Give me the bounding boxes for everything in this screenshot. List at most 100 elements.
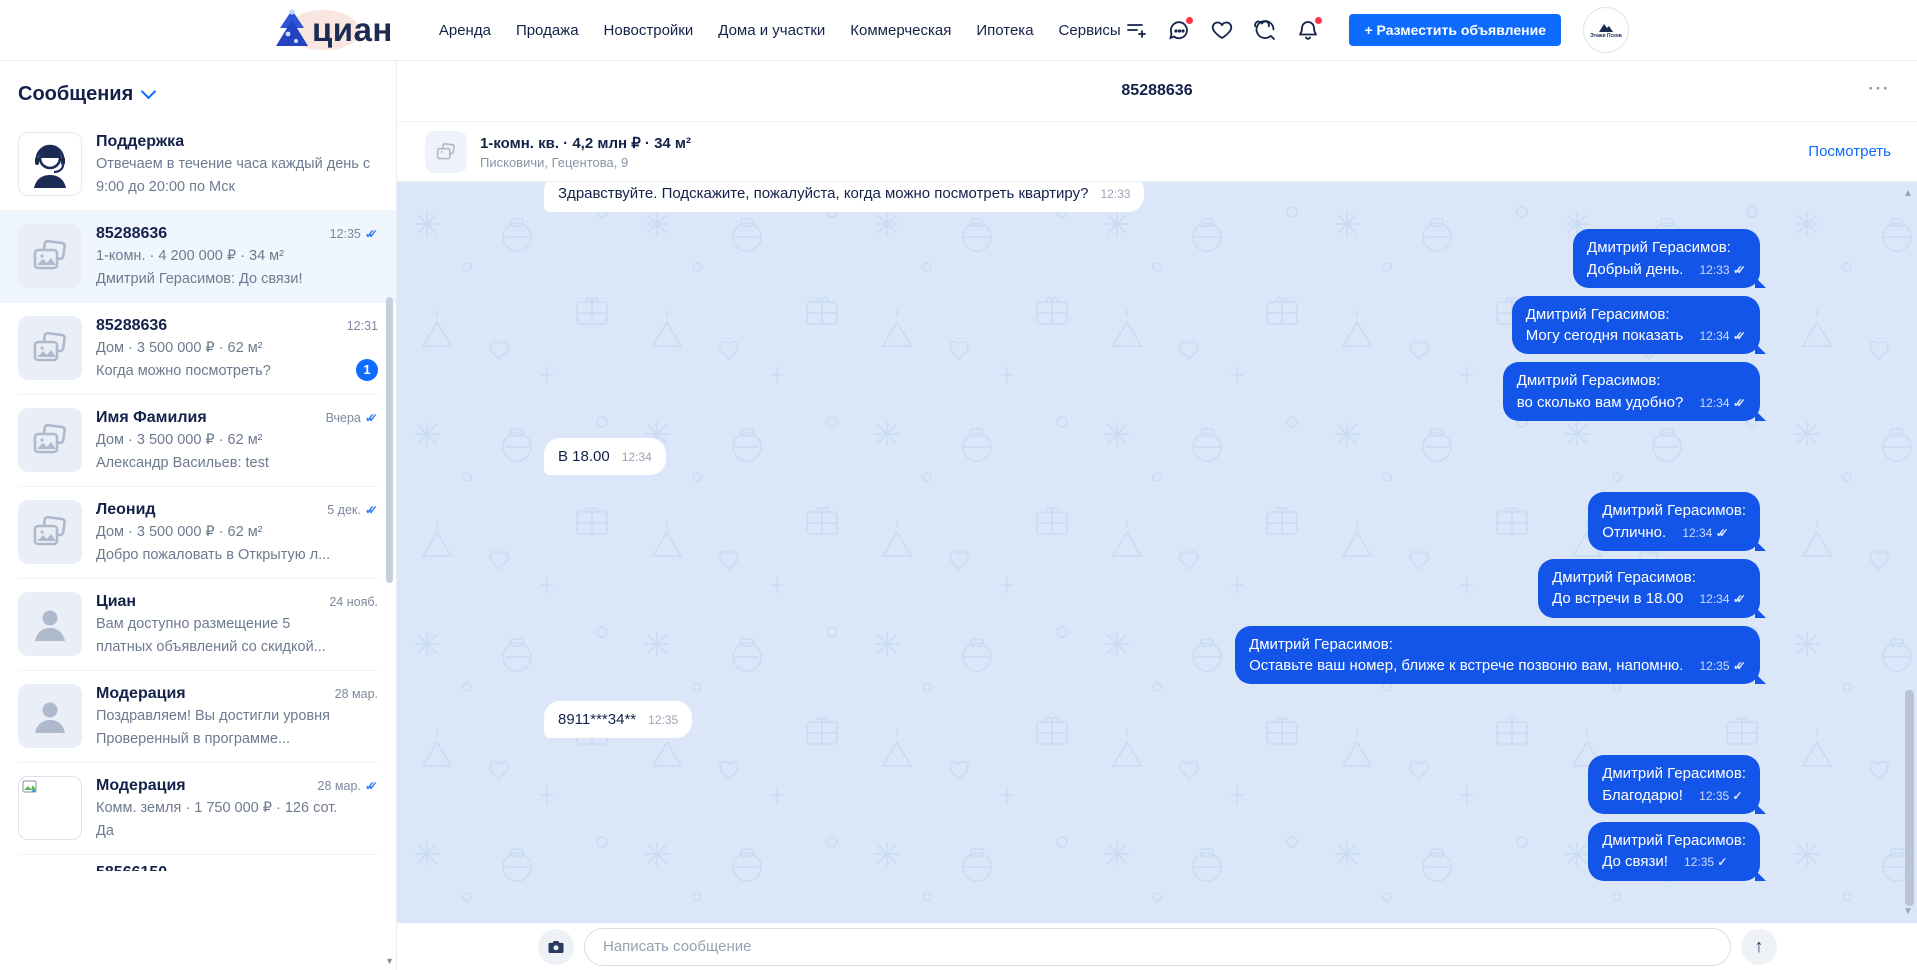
message-list: Здравствуйте. Подскажите, пожалуйста, ко… — [397, 182, 1917, 923]
logo-text: циан — [312, 11, 393, 48]
messages-icon[interactable] — [1166, 16, 1195, 43]
list-item-85288636[interactable]: 85288636 12:35 ✓✓ 1-комн. · 4 200 000 ₽ … — [0, 210, 396, 302]
listing-photo-placeholder-icon — [18, 316, 82, 380]
dialog-line1: Дом · 3 500 000 ₽ · 62 м² — [96, 432, 263, 448]
dialog-title: 85288636 — [96, 225, 168, 242]
list-item-moderation-2[interactable]: Модерация 28 мар. ✓✓ Комм. земля · 1 750… — [0, 762, 396, 854]
dialog-time: 24 нояб. — [329, 595, 378, 609]
read-check-icon: ✓✓ — [1732, 592, 1746, 607]
dialog-line2: Александр Васильев: test — [96, 455, 269, 471]
outgoing-message: Дмитрий Герасимов: во сколько вам удобно?… — [544, 362, 1767, 422]
dialog-line2: платных объявлений со скидкой... — [96, 639, 326, 655]
chat-scrollbar-thumb[interactable] — [1905, 690, 1914, 906]
sidebar-scroll-down-icon[interactable]: ▼ — [385, 956, 394, 966]
dialogs-sidebar: Сообщения Поддержка Отвечаем в течение ч… — [0, 61, 397, 970]
sent-check-icon: ✓ — [1732, 788, 1743, 803]
incoming-message: В 18.00 12:34 — [544, 438, 1760, 476]
more-options-icon[interactable]: ⋯ — [1867, 75, 1891, 101]
attach-photo-button[interactable] — [538, 928, 574, 965]
support-agent-avatar — [18, 132, 82, 196]
dialog-title: Циан — [96, 593, 137, 610]
nav-servisy[interactable]: Сервисы — [1059, 22, 1121, 39]
notifications-alert-dot — [1314, 16, 1324, 25]
send-button[interactable]: ↑ — [1741, 928, 1777, 965]
post-listing-button[interactable]: + Разместить объявление — [1349, 14, 1561, 46]
account-avatar-label: Этажи Псков — [1590, 32, 1622, 39]
list-item-leonid[interactable]: Леонид 5 дек. ✓✓ Дом · 3 500 000 ₽ · 62 … — [0, 486, 396, 578]
chat-scroll-down-icon[interactable]: ▼ — [1903, 906, 1913, 917]
dialog-title: Модерация — [96, 777, 186, 794]
read-check-icon: ✓✓ — [364, 411, 378, 425]
list-item-moderation[interactable]: Модерация 28 мар. Поздравляем! Вы достиг… — [0, 670, 396, 762]
dialog-title: Поддержка — [96, 133, 185, 150]
chat-header: 85288636 ⋯ — [397, 61, 1917, 122]
list-item-imya-familiya[interactable]: Имя Фамилия Вчера ✓✓ Дом · 3 500 000 ₽ ·… — [0, 394, 396, 486]
dialog-line1: Отвечаем в течение часа каждый день с — [96, 156, 371, 172]
top-navigation-bar: циан Аренда Продажа Новостройки Дома и у… — [0, 0, 1917, 61]
dialog-title: Имя Фамилия — [96, 409, 207, 426]
list-item-58566150[interactable]: 58566150 — [0, 854, 396, 871]
notifications-bell-icon[interactable] — [1295, 16, 1324, 43]
nav-ipoteka[interactable]: Ипотека — [976, 22, 1033, 39]
dialog-time: 28 мар. ✓✓ — [317, 779, 378, 793]
outgoing-message: Дмитрий Герасимов: Добрый день. 12:33 ✓✓ — [544, 229, 1766, 288]
dialog-line2: Добро пожаловать в Открытую л... — [96, 547, 331, 563]
dialog-time: 5 дек. ✓✓ — [327, 503, 378, 517]
nav-novostroyki[interactable]: Новостройки — [604, 22, 694, 39]
read-check-icon: ✓✓ — [1732, 658, 1746, 673]
header-icons — [1123, 16, 1324, 43]
saved-searches-icon[interactable] — [1123, 17, 1149, 43]
dialog-line2: 9:00 до 20:00 по Мск — [96, 179, 235, 195]
cian-logo[interactable]: циан — [272, 8, 393, 52]
incoming-message: Здравствуйте. Подскажите, пожалуйста, ко… — [544, 182, 1760, 213]
message-input[interactable] — [584, 927, 1731, 966]
chevron-down-icon[interactable] — [141, 83, 157, 100]
chat-scroll-up-icon[interactable]: ▲ — [1903, 188, 1913, 199]
dialog-line1: Поздравляем! Вы достигли уровня — [96, 708, 330, 724]
arrow-up-icon: ↑ — [1754, 936, 1764, 956]
read-check-icon: ✓✓ — [1732, 329, 1746, 344]
dialog-title: Леонид — [96, 501, 156, 518]
read-check-icon: ✓✓ — [364, 227, 378, 241]
sidebar-title: Сообщения — [18, 83, 134, 105]
chat-panel: 85288636 ⋯ 1-комн. кв. · 4,2 млн ₽ · 34 … — [397, 61, 1917, 970]
nav-kommercheskaya[interactable]: Коммерческая — [850, 22, 951, 39]
outgoing-message: Дмитрий Герасимов: Благодарю! 12:35 ✓ — [544, 755, 1766, 815]
list-item-cian[interactable]: Циан 24 нояб. Вам доступно размещение 5 … — [0, 578, 396, 670]
sidebar-scrollbar-thumb[interactable] — [386, 297, 393, 583]
property-title: 1-комн. кв. · 4,2 млн ₽ · 34 м² — [480, 134, 692, 152]
dialog-line1: Дом · 3 500 000 ₽ · 62 м² — [96, 524, 263, 540]
dialog-line2: Когда можно посмотреть? — [96, 363, 271, 379]
read-check-icon: ✓✓ — [1732, 262, 1746, 277]
listing-photo-placeholder-icon — [18, 408, 82, 472]
messages-alert-dot — [1185, 16, 1195, 25]
property-address: Писковичи, Гецентова, 9 — [480, 154, 629, 170]
view-listing-link[interactable]: Посмотреть — [1808, 143, 1891, 160]
incoming-message: 8911***34** 12:35 — [544, 701, 1760, 739]
read-check-icon: ✓✓ — [1732, 395, 1746, 410]
property-info-bar: 1-комн. кв. · 4,2 млн ₽ · 34 м² Пискович… — [397, 122, 1917, 182]
nav-doma[interactable]: Дома и участки — [718, 22, 825, 39]
nav-prodazha[interactable]: Продажа — [516, 22, 579, 39]
dialog-line1: Дом · 3 500 000 ₽ · 62 м² — [96, 340, 263, 356]
message-composer: ↑ — [397, 923, 1917, 970]
main-nav: Аренда Продажа Новостройки Дома и участк… — [439, 22, 1121, 39]
nav-arenda[interactable]: Аренда — [439, 22, 491, 39]
outgoing-message: Дмитрий Герасимов: До встречи в 18.00 12:… — [544, 558, 1766, 618]
sent-check-icon: ✓ — [1717, 855, 1728, 870]
christmas-tree-icon — [276, 9, 308, 46]
outgoing-message: Дмитрий Герасимов: До связи! 12:35 ✓ — [544, 822, 1766, 881]
camera-icon — [548, 940, 564, 953]
saved-search-heart-icon[interactable] — [1252, 17, 1278, 43]
favorites-heart-icon[interactable] — [1209, 17, 1235, 43]
dialog-title: 85288636 — [96, 317, 168, 334]
outgoing-message: Дмитрий Герасимов: Отлично. 12:34 ✓✓ — [544, 492, 1766, 551]
list-item-85288636-house[interactable]: 85288636 12:31 Дом · 3 500 000 ₽ · 62 м²… — [0, 302, 396, 394]
account-avatar[interactable]: Этажи Псков — [1583, 7, 1629, 53]
person-avatar-icon — [18, 684, 82, 748]
broken-image-icon — [18, 776, 82, 840]
dialog-time: 12:31 — [346, 319, 378, 333]
unread-count-badge: 1 — [356, 358, 378, 381]
list-item-support[interactable]: Поддержка Отвечаем в течение часа каждый… — [0, 118, 396, 210]
dialog-line2: Дмитрий Герасимов: До связи! — [96, 271, 303, 287]
